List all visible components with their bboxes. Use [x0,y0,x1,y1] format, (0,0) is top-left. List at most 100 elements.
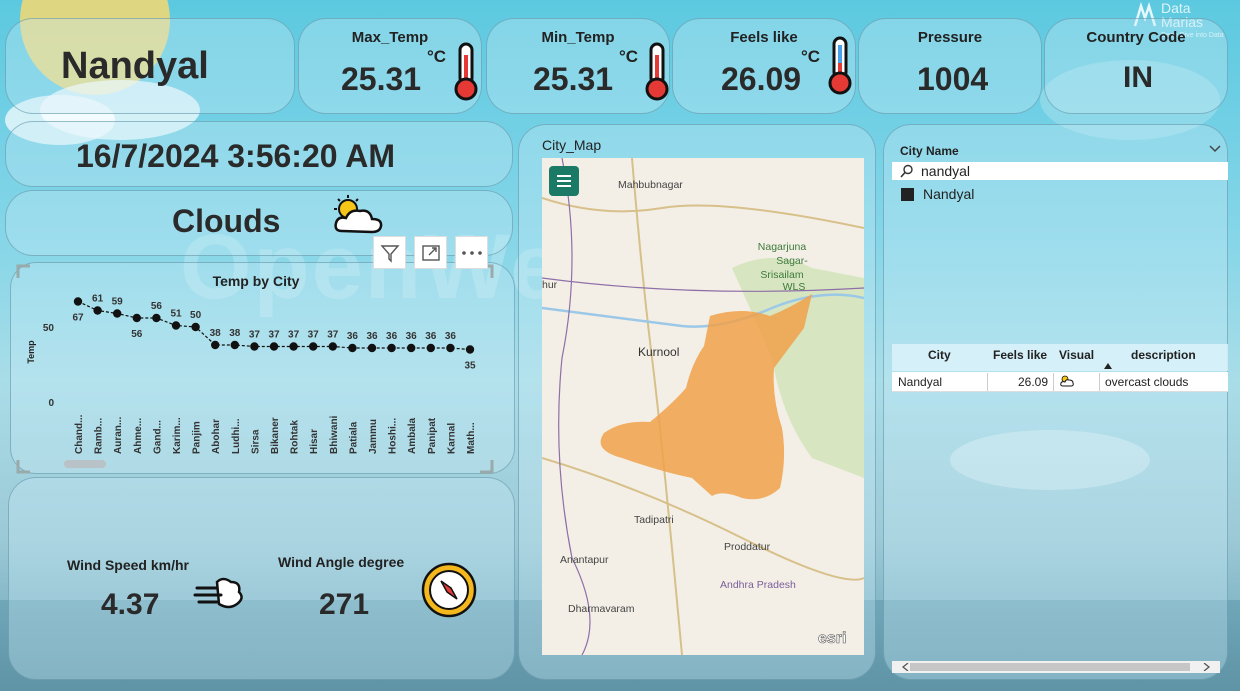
map-place-label: Proddatur [724,541,771,553]
data-point[interactable] [309,342,318,351]
data-point[interactable] [191,322,200,332]
data-label: 37 [327,330,339,341]
x-tick-label: Ahme... [133,418,144,454]
data-point[interactable] [387,343,396,353]
data-point[interactable] [348,343,357,353]
max-temp-card: Max_Temp 25.31 °C [298,18,482,114]
y-tick-label: 50 [43,323,55,334]
data-point[interactable] [269,342,279,351]
data-label: 51 [170,309,182,320]
column-header-visual[interactable]: Visual [1059,344,1094,372]
chart-ylabel: Temp [26,340,36,364]
wind-speed-title: Wind Speed km/hr [67,557,190,573]
country-code-card: Country Code IN [1044,18,1228,114]
x-tick-label: Patiala [348,421,359,454]
data-point[interactable] [132,313,141,323]
x-tick-label: Math... [466,422,477,454]
scroll-left-icon[interactable] [902,663,910,671]
data-point[interactable] [152,313,161,323]
map-place-label: Nagarjuna [758,241,807,253]
scrollbar-thumb[interactable] [910,663,1190,671]
city-map[interactable]: Mahbubnagar Nagarjuna Sagar- Srisailam WLS Ku… [542,158,864,655]
x-tick-label: Abohar [211,419,222,454]
data-point[interactable] [407,343,416,353]
x-tick-label: Gand... [152,420,163,454]
city-name: Nandyal [61,45,209,87]
data-point[interactable] [328,342,337,351]
more-options-icon [461,250,482,255]
focus-mode-button[interactable] [414,236,447,269]
weather-value: Clouds [172,203,281,239]
focus-mode-icon [421,244,440,261]
map-title: City_Map [542,137,602,153]
feels-like-value: 26.09 [721,61,802,97]
filter-icon [379,244,400,263]
map-place-label: hur [542,279,558,291]
min-temp-unit: °C [619,47,639,66]
column-header-feels-like[interactable]: Feels like [993,344,1047,372]
column-header-city[interactable]: City [928,344,951,372]
data-label: 36 [425,331,437,342]
data-point[interactable] [93,306,102,315]
temp-by-city-chart[interactable]: Temp by City Temp 0 50 67 61 59 56 56 51 50 38 38… [14,266,492,470]
column-header-description[interactable]: description [1131,344,1196,372]
map-canvas[interactable]: Mahbubnagar Nagarjuna Sagar- SrisailamWLS Ku… [542,158,864,655]
slicer-search[interactable]: nandyal [892,162,1228,180]
map-place-label: Andhra Pradesh [720,579,796,591]
map-place-label: Mahbubnagar [618,179,683,191]
wind-card: Wind Speed km/hr 4.37 Wind Angle degree … [8,477,515,680]
data-label: 37 [249,330,261,341]
filter-button[interactable] [373,236,406,269]
wind-speed-value: 4.37 [101,588,160,621]
data-point[interactable] [367,343,377,353]
chevron-down-icon[interactable] [1208,144,1222,154]
more-options-button[interactable] [455,236,488,269]
chart-scrollbar-thumb[interactable] [64,460,106,468]
column-divider[interactable] [987,373,988,391]
data-point[interactable] [465,345,475,354]
map-attribution: esri [818,630,846,647]
data-point[interactable] [113,309,122,318]
data-label: 35 [464,361,476,372]
slicer-search-input[interactable]: nandyal [921,163,970,179]
map-place-label: Kurnool [638,345,679,359]
pressure-card: Pressure 1004 [858,18,1042,114]
hamburger-icon [557,175,571,187]
x-tick-label: Hoshi... [388,418,399,454]
map-layers-button[interactable] [549,166,579,196]
data-point[interactable] [230,340,239,350]
x-tick-label: Panjim [192,421,203,454]
pressure-value: 1004 [917,61,989,97]
scroll-right-icon[interactable] [1202,663,1210,671]
data-label: 56 [151,301,163,312]
data-label: 38 [210,328,222,339]
data-point[interactable] [73,297,83,306]
x-tick-label: Chand... [74,414,85,454]
data-label: 59 [112,297,124,308]
cell-description: overcast clouds [1105,375,1189,389]
data-point[interactable] [446,343,455,353]
cell-feels-like: 26.09 [1018,375,1049,389]
feels-like-unit: °C [801,47,821,66]
column-divider[interactable] [1099,373,1100,391]
cloudy-sun-icon [1060,375,1074,387]
max-temp-unit: °C [427,47,447,66]
data-point[interactable] [250,342,259,351]
column-divider[interactable] [1053,373,1054,391]
data-point[interactable] [426,343,435,353]
datetime-card: 16/7/2024 3:56:20 AM [5,121,513,187]
data-label: 37 [308,330,320,341]
x-tick-label: Bikaner [270,417,281,454]
max-temp-value: 25.31 [341,61,422,97]
data-point[interactable] [289,342,298,351]
slicer-checkbox[interactable] [901,188,914,201]
table-horizontal-scrollbar[interactable] [892,661,1220,673]
wind-angle-title: Wind Angle degree [278,554,405,570]
data-label: 56 [131,329,143,340]
feels-like-card: Feels like 26.09 °C [672,18,856,114]
x-tick-label: Sirsa [250,429,261,454]
x-tick-label: Rohtak [290,420,301,454]
x-tick-label: Karnal [446,423,457,454]
data-point[interactable] [171,321,181,330]
data-point[interactable] [211,340,220,350]
